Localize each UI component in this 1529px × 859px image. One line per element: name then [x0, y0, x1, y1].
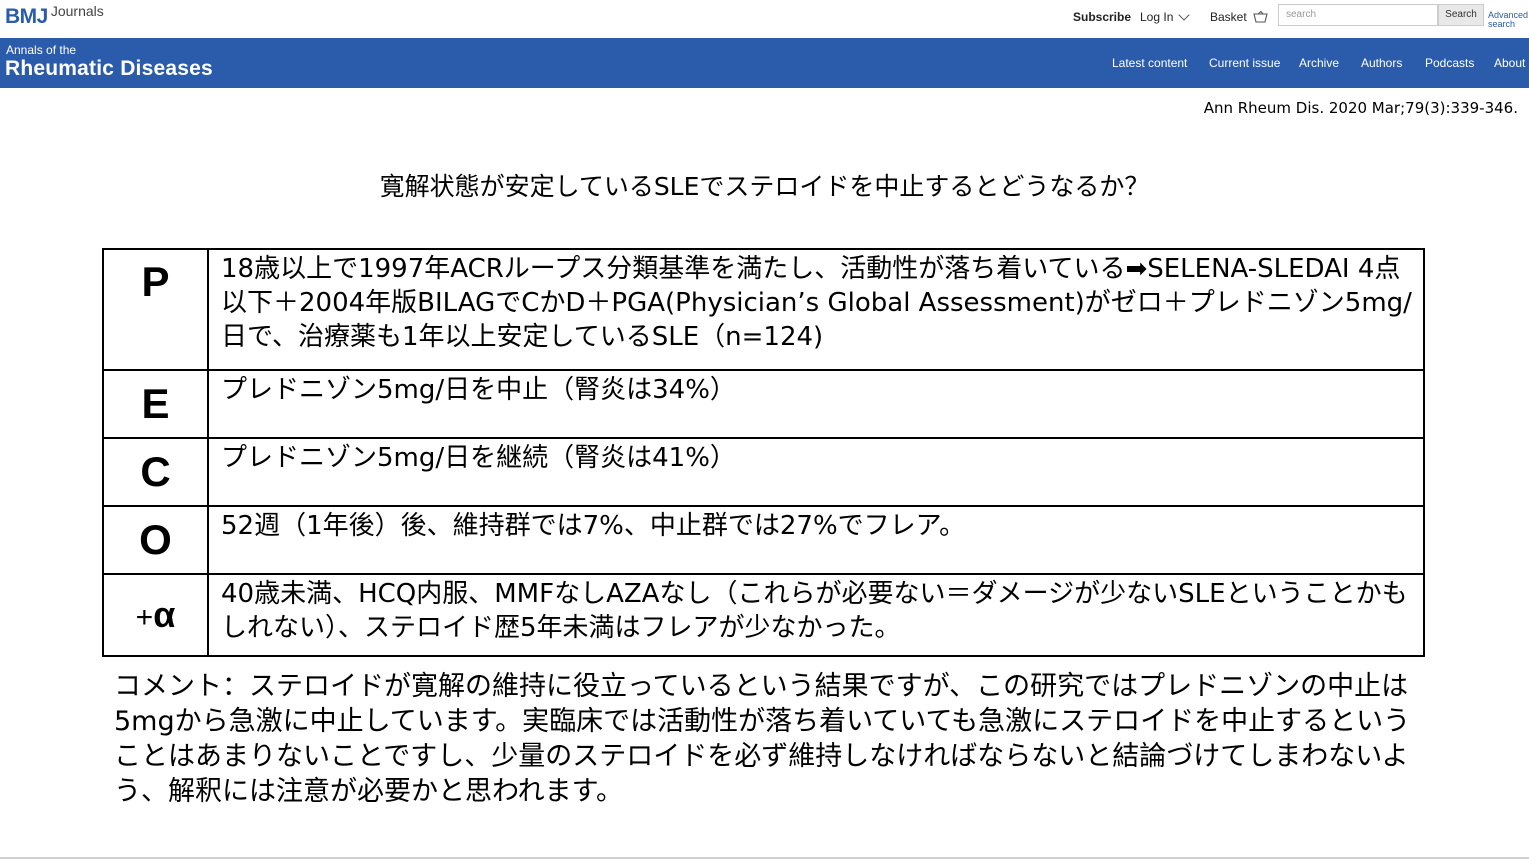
top-utility-bar: BMJ Journals Subscribe Log In Basket sea…: [0, 0, 1529, 38]
peco-text-p: 18歳以上で1997年ACRループス分類基準を満たし、活動性が落ち着いている➡S…: [207, 248, 1425, 371]
nav-latest-content[interactable]: Latest content: [1112, 56, 1187, 70]
peco-text-e: プレドニゾン5mg/日を中止（腎炎は34%）: [207, 369, 1425, 439]
login-label: Log In: [1140, 10, 1174, 24]
peco-key-alpha: +α: [102, 573, 209, 657]
subscribe-link[interactable]: Subscribe: [1073, 0, 1131, 34]
search-button[interactable]: Search: [1438, 4, 1484, 26]
journal-title[interactable]: Rheumatic Diseases: [5, 56, 213, 82]
bmj-logo-text: BMJ: [5, 5, 48, 28]
peco-key-alpha-symbol: α: [153, 594, 176, 635]
peco-text-c: プレドニゾン5mg/日を継続（腎炎は41%）: [207, 437, 1425, 507]
chevron-down-icon: [1178, 8, 1191, 21]
basket-label: Basket: [1210, 10, 1247, 24]
journals-logo-text: Journals: [50, 3, 104, 19]
login-link[interactable]: Log In: [1140, 0, 1191, 34]
nav-podcasts[interactable]: Podcasts: [1425, 56, 1474, 70]
peco-row-alpha: +α 40歳未満、HCQ内服、MMFなしAZAなし（これらが必要ない＝ダメージが…: [102, 573, 1425, 657]
search-input[interactable]: search: [1278, 4, 1438, 26]
advanced-search-link[interactable]: Advanced search: [1488, 11, 1528, 29]
basket-icon: [1252, 11, 1268, 23]
peco-table: P 18歳以上で1997年ACRループス分類基準を満たし、活動性が落ち着いている…: [102, 248, 1425, 657]
basket-link[interactable]: Basket: [1210, 0, 1268, 34]
comment-text: コメント：ステロイドが寛解の維持に役立っているという結果ですが、この研究ではプレ…: [114, 671, 1411, 807]
journal-nav-bar: Annals of the Rheumatic Diseases Latest …: [0, 38, 1529, 88]
peco-key-c: C: [102, 437, 209, 507]
peco-key-o: O: [102, 505, 209, 575]
nav-archive[interactable]: Archive: [1299, 56, 1339, 70]
peco-row-p: P 18歳以上で1997年ACRループス分類基準を満たし、活動性が落ち着いている…: [102, 248, 1425, 371]
article-citation: Ann Rheum Dis. 2020 Mar;79(3):339-346.: [1203, 99, 1518, 117]
peco-row-c: C プレドニゾン5mg/日を継続（腎炎は41%）: [102, 437, 1425, 507]
nav-authors[interactable]: Authors: [1361, 56, 1402, 70]
research-question: 寛解状態が安定しているSLEでステロイドを中止するとどうなるか？: [379, 172, 1150, 201]
peco-key-p: P: [102, 248, 209, 371]
peco-text-alpha: 40歳未満、HCQ内服、MMFなしAZAなし（これらが必要ない＝ダメージが少ない…: [207, 573, 1425, 657]
nav-current-issue[interactable]: Current issue: [1209, 56, 1280, 70]
peco-row-e: E プレドニゾン5mg/日を中止（腎炎は34%）: [102, 369, 1425, 439]
nav-about[interactable]: About: [1494, 56, 1525, 70]
bmj-journals-logo[interactable]: BMJ Journals: [5, 3, 104, 31]
peco-key-e: E: [102, 369, 209, 439]
peco-text-o: 52週（1年後）後、維持群では7%、中止群では27%でフレア。: [207, 505, 1425, 575]
peco-row-o: O 52週（1年後）後、維持群では7%、中止群では27%でフレア。: [102, 505, 1425, 575]
peco-key-plus: +: [135, 601, 154, 634]
